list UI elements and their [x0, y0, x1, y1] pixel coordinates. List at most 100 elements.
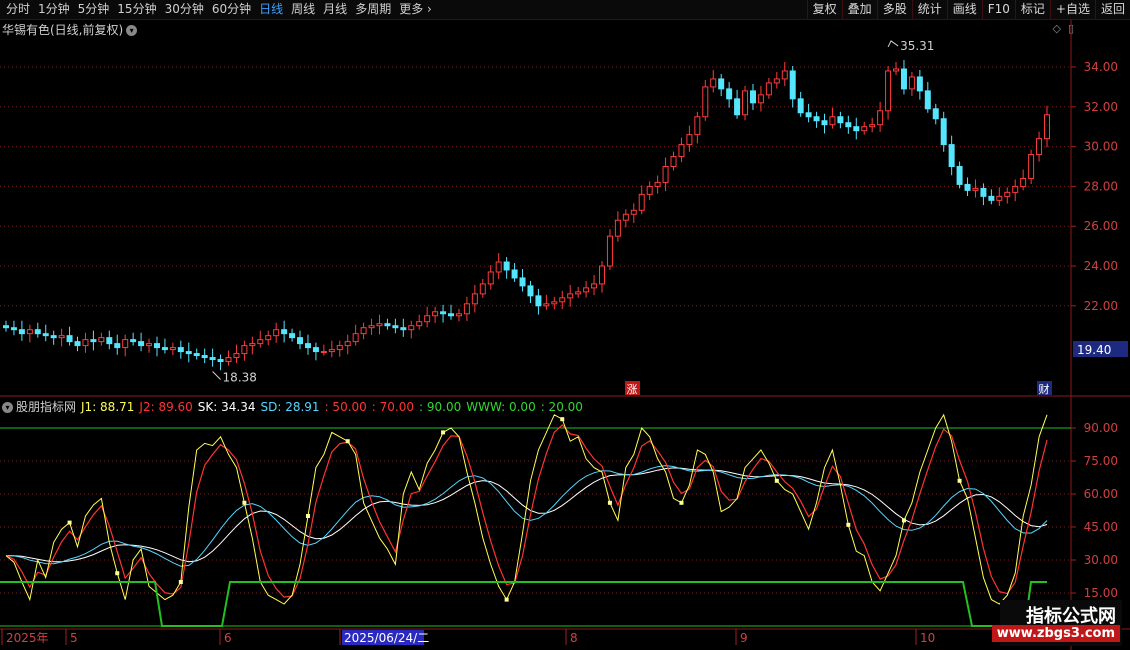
- ind-tick-label-4: 30.00: [1084, 553, 1118, 567]
- candle-body-70: [559, 297, 566, 303]
- period-tab-5[interactable]: 60分钟: [208, 1, 255, 18]
- high-price-label: 35.31: [900, 39, 934, 53]
- candle-body-56: [448, 313, 455, 317]
- candle-body-120: [956, 166, 963, 185]
- candle-body-130: [1036, 138, 1043, 156]
- period-tab-3[interactable]: 15分钟: [113, 1, 160, 18]
- candle-body-35: [281, 329, 288, 335]
- candle-body-75: [598, 265, 605, 285]
- candle-body-87: [694, 116, 701, 136]
- toolbar-button-6[interactable]: 标记: [1014, 0, 1050, 19]
- toolbar-button-5[interactable]: F10: [981, 0, 1015, 19]
- candle-body-50: [400, 327, 407, 331]
- candle-body-10: [82, 339, 89, 347]
- candle-body-33: [265, 335, 272, 341]
- candle-body-116: [924, 90, 931, 110]
- toolbar-button-8[interactable]: 返回: [1094, 0, 1130, 19]
- candle-body-13: [106, 337, 113, 345]
- period-tab-8[interactable]: 月线: [319, 1, 351, 18]
- candle-body-122: [972, 187, 979, 191]
- j1-marker-4: [305, 514, 310, 518]
- candle-body-64: [511, 269, 518, 279]
- j1-marker-1: [115, 571, 120, 576]
- candle-body-71: [567, 293, 574, 299]
- period-tab-9[interactable]: 多周期: [351, 1, 395, 18]
- period-tab-6[interactable]: 日线: [255, 1, 287, 18]
- toolbar-button-4[interactable]: 画线: [946, 0, 982, 19]
- toolbar-button-3[interactable]: 统计: [911, 0, 947, 19]
- j1-marker-11: [774, 478, 779, 483]
- candle-body-52: [416, 321, 423, 327]
- j1-marker-0: [67, 520, 72, 525]
- candle-body-24: [193, 353, 200, 357]
- price-tick-label-3: 28.00: [1084, 179, 1118, 193]
- diamond-icon[interactable]: ◇: [1052, 22, 1060, 35]
- toolbar-button-7[interactable]: +自选: [1049, 0, 1095, 19]
- candle-body-32: [257, 339, 264, 345]
- x-label-6: 10: [920, 631, 935, 645]
- indicator-title-bar: ▾ 股朋指标网 J1: 88.71 J2: 89.60 SK: 34.34 SD: 28.…: [2, 398, 588, 415]
- level-70: : 70.00: [371, 400, 415, 414]
- price-tick-label-5: 24.00: [1084, 259, 1118, 273]
- candle-body-108: [861, 126, 868, 132]
- candle-body-38: [304, 343, 311, 349]
- period-tab-1[interactable]: 1分钟: [34, 1, 74, 18]
- indicator-dropdown-icon[interactable]: ▾: [2, 402, 13, 413]
- candle-body-131: [1044, 114, 1050, 140]
- sd-value: SD: 28.91: [260, 400, 320, 414]
- candle-body-19: [153, 343, 160, 349]
- period-tab-7[interactable]: 周线: [287, 1, 319, 18]
- candle-body-69: [551, 301, 558, 305]
- chart-corner-icons: ◇ ▯: [1052, 22, 1074, 35]
- title-dropdown-icon[interactable]: ▾: [126, 25, 138, 36]
- j1-marker-14: [957, 478, 962, 483]
- j2-value: J2: 89.60: [139, 400, 193, 414]
- period-tab-0[interactable]: 分时: [2, 1, 34, 18]
- period-tab-2[interactable]: 5分钟: [74, 1, 114, 18]
- candle-body-40: [320, 351, 327, 354]
- price-tick-label-6: 22.00: [1084, 299, 1118, 313]
- candle-body-20: [161, 347, 168, 351]
- candle-body-63: [503, 261, 510, 271]
- candle-body-25: [201, 355, 208, 359]
- toolbar-button-2[interactable]: 多股: [876, 0, 912, 19]
- candle-body-17: [138, 341, 145, 347]
- candle-body-113: [900, 68, 907, 90]
- period-tab-4[interactable]: 30分钟: [161, 1, 208, 18]
- j1-marker-3: [242, 500, 247, 505]
- candle-body-29: [233, 353, 240, 359]
- candle-body-117: [932, 108, 939, 120]
- candle-body-55: [440, 311, 447, 315]
- toolbar-button-1[interactable]: 叠加: [841, 0, 877, 19]
- candle-body-99: [789, 70, 796, 100]
- low-marker-line: [212, 371, 221, 380]
- candle-body-103: [821, 120, 828, 126]
- j1-marker-2: [178, 580, 183, 584]
- j1-marker-7: [504, 597, 509, 602]
- watermark-url: www.zbgs3.com: [991, 625, 1120, 642]
- period-tab-10[interactable]: 更多 ›: [395, 1, 436, 18]
- candle-body-51: [408, 325, 415, 331]
- candle-body-2: [18, 329, 25, 335]
- candle-body-67: [535, 295, 542, 307]
- price-tick-label-4: 26.00: [1084, 219, 1118, 233]
- candle-body-14: [114, 343, 121, 349]
- candle-body-83: [662, 166, 669, 183]
- candle-body-28: [225, 357, 232, 363]
- ind-tick-label-3: 45.00: [1084, 520, 1118, 534]
- candle-body-126: [1004, 191, 1011, 197]
- candle-body-57: [455, 313, 462, 317]
- candle-body-45: [360, 327, 367, 335]
- toolbar-button-0[interactable]: 复权: [806, 0, 842, 19]
- candle-body-102: [813, 116, 820, 122]
- candle-body-78: [622, 213, 629, 221]
- panel-toggle-icon[interactable]: ▯: [1068, 22, 1074, 35]
- j1-line: [5, 413, 1048, 605]
- candle-body-89: [710, 78, 717, 88]
- candle-body-7: [58, 335, 65, 339]
- candle-body-74: [591, 283, 598, 289]
- price-tick-label-1: 32.00: [1084, 100, 1118, 114]
- stock-title: 华锡有色(日线,前复权): [2, 23, 124, 37]
- chart-canvas[interactable]: 34.00 32.00 30.00 28.00 26.00 24.00 22.00 35.31…: [0, 0, 1130, 650]
- candle-body-23: [185, 351, 192, 355]
